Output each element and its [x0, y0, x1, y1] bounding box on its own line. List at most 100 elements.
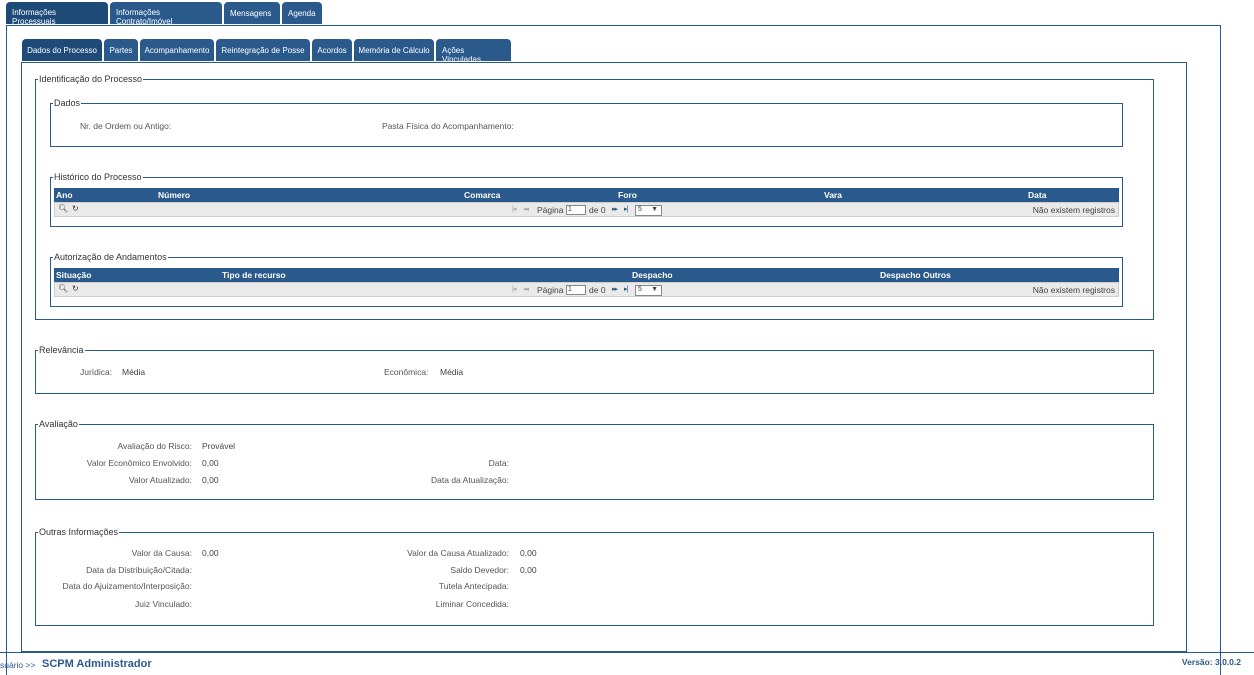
- tab-informacoes-contrato-imovel[interactable]: Informações Contrato/Imóvel: [110, 2, 222, 26]
- tab-label: Partes: [109, 45, 133, 55]
- valor-atualizado-label: Valor Atualizado:: [128, 475, 192, 485]
- valor-causa-atualizado-label: Valor da Causa Atualizado:: [407, 548, 509, 558]
- subtab-reintegracao-de-posse[interactable]: Reintegração de Posse: [216, 39, 310, 61]
- tab-agenda[interactable]: Agenda: [282, 2, 322, 24]
- tab-label: Informações: [116, 8, 161, 17]
- avaliacao-legend: Avaliação: [39, 419, 78, 429]
- column-header[interactable]: Número: [158, 190, 190, 200]
- page-size-select[interactable]: 5 ▼: [635, 285, 662, 296]
- data-ajuizamento-label: Data do Ajuizamento/Interposição:: [62, 581, 192, 591]
- subtab-acoes-vinculadas[interactable]: Ações Vinculadas: [436, 39, 511, 64]
- refresh-icon[interactable]: ↻: [72, 284, 79, 293]
- economica-value: Média: [440, 367, 464, 377]
- chevron-down-icon: ▼: [651, 206, 658, 213]
- outras-informacoes-legend: Outras Informações: [39, 527, 119, 537]
- tab-label: Memória de Cálculo: [358, 45, 430, 55]
- footer-divider: [0, 652, 1254, 653]
- column-header[interactable]: Vara: [824, 190, 842, 200]
- column-header[interactable]: Tipo de recurso: [222, 270, 286, 280]
- juridica-value: Média: [122, 367, 146, 377]
- page-size-value: 5: [638, 286, 642, 293]
- economica-label: Econômica:: [384, 367, 429, 377]
- first-page-icon[interactable]: |◂: [512, 205, 516, 213]
- next-page-icon[interactable]: ▸▸: [612, 205, 618, 213]
- first-page-icon[interactable]: |◂: [512, 285, 516, 293]
- page-value: 1: [568, 286, 572, 293]
- tab-mensagens[interactable]: Mensagens: [224, 2, 280, 24]
- tab-label: Ações: [442, 46, 465, 55]
- avaliacao-risco-value: Provável: [202, 441, 236, 451]
- prev-page-icon[interactable]: ◂◂: [523, 285, 529, 293]
- column-header[interactable]: Foro: [618, 190, 637, 200]
- valor-economico-label: Valor Econômico Envolvido:: [86, 458, 192, 468]
- last-page-icon[interactable]: ▸|: [624, 205, 628, 213]
- page-label: Página: [537, 205, 564, 215]
- subtab-partes[interactable]: Partes: [104, 39, 138, 61]
- valor-causa-label: Valor da Causa:: [131, 548, 192, 558]
- subtab-acordos[interactable]: Acordos: [312, 39, 352, 61]
- footer-user-prefix: suário >>: [0, 660, 36, 670]
- page-count: de 0: [589, 285, 606, 295]
- pasta-fisica-label: Pasta Física do Acompanhamento:: [382, 121, 514, 131]
- page-label: Página: [537, 285, 564, 295]
- outras-informacoes-fieldset: Outras Informações: [35, 527, 1154, 626]
- page-size-select[interactable]: 5 ▼: [635, 205, 662, 216]
- grid-pager: 🔍︎ ↻ |◂ ◂◂ Página 1 de 0 ▸▸ ▸| 5 ▼ Não e…: [54, 202, 1119, 217]
- tab-label: Informações: [12, 8, 57, 17]
- identificacao-legend: Identificação do Processo: [39, 74, 143, 84]
- tutela-antecipada-label: Tutela Antecipada:: [438, 581, 509, 591]
- valor-causa-value: 0,00: [202, 548, 219, 558]
- grid-header: Ano Número Comarca Foro Vara Data: [54, 188, 1119, 202]
- refresh-icon[interactable]: ↻: [72, 204, 79, 213]
- prev-page-icon[interactable]: ◂◂: [523, 205, 529, 213]
- historico-legend: Histórico do Processo: [54, 172, 142, 182]
- juridica-label: Jurídica:: [80, 367, 113, 377]
- column-header[interactable]: Data: [1028, 190, 1046, 200]
- footer-user-name: SCPM Administrador: [42, 658, 152, 670]
- search-icon[interactable]: 🔍︎: [58, 284, 68, 293]
- saldo-devedor-value: 0,00: [520, 565, 537, 575]
- tab-label: Agenda: [288, 9, 316, 18]
- data-label: Data:: [488, 458, 509, 468]
- juiz-vinculado-label: Juiz Vinculado:: [134, 599, 192, 609]
- subtab-dados-do-processo[interactable]: Dados do Processo: [22, 39, 102, 61]
- column-header[interactable]: Despacho Outros: [880, 270, 951, 280]
- tab-label: Acordos: [317, 45, 347, 55]
- relevancia-legend: Relevância: [39, 345, 84, 355]
- grid-pager: 🔍︎ ↻ |◂ ◂◂ Página 1 de 0 ▸▸ ▸| 5 ▼ Não e…: [54, 282, 1119, 297]
- nr-ordem-label: Nr. de Ordem ou Antigo:: [80, 121, 172, 131]
- data-atualizacao-label: Data da Atualização:: [431, 475, 509, 485]
- historico-grid: Ano Número Comarca Foro Vara Data 🔍︎ ↻ |…: [54, 188, 1119, 218]
- page-value: 1: [568, 206, 572, 213]
- tab-label: Reintegração de Posse: [221, 45, 305, 55]
- relevancia-fieldset: Relevância: [35, 345, 1154, 394]
- subtab-memoria-de-calculo[interactable]: Memória de Cálculo: [354, 39, 434, 61]
- saldo-devedor-label: Saldo Devedor:: [450, 565, 509, 575]
- data-distribuicao-label: Data da Distribuição/Citada:: [86, 565, 192, 575]
- empty-records-text: Não existem registros: [1032, 285, 1115, 295]
- dados-legend: Dados: [54, 98, 81, 108]
- subtab-acompanhamento[interactable]: Acompanhamento: [140, 39, 214, 61]
- last-page-icon[interactable]: ▸|: [624, 285, 628, 293]
- page-count: de 0: [589, 205, 606, 215]
- page-input[interactable]: 1: [566, 285, 586, 295]
- column-header[interactable]: Despacho: [632, 270, 673, 280]
- column-header[interactable]: Ano: [56, 190, 73, 200]
- valor-economico-value: 0,00: [202, 458, 219, 468]
- search-icon[interactable]: 🔍︎: [58, 204, 68, 213]
- footer-version: Versão: 3.0.0.2: [1181, 657, 1241, 667]
- page-input[interactable]: 1: [566, 205, 586, 215]
- column-header[interactable]: Situação: [56, 270, 91, 280]
- liminar-concedida-label: Liminar Concedida:: [435, 599, 509, 609]
- tab-label: Acompanhamento: [144, 45, 210, 55]
- autorizacao-grid: Situação Tipo de recurso Despacho Despac…: [54, 268, 1119, 298]
- page-size-value: 5: [638, 206, 642, 213]
- tab-label: Dados do Processo: [27, 45, 97, 55]
- next-page-icon[interactable]: ▸▸: [612, 285, 618, 293]
- valor-atualizado-value: 0,00: [202, 475, 219, 485]
- empty-records-text: Não existem registros: [1032, 205, 1115, 215]
- autorizacao-legend: Autorização de Andamentos: [54, 252, 167, 262]
- valor-causa-atualizado-value: 0,00: [520, 548, 537, 558]
- tab-informacoes-processuais[interactable]: Informações Processuais: [6, 2, 108, 26]
- column-header[interactable]: Comarca: [464, 190, 500, 200]
